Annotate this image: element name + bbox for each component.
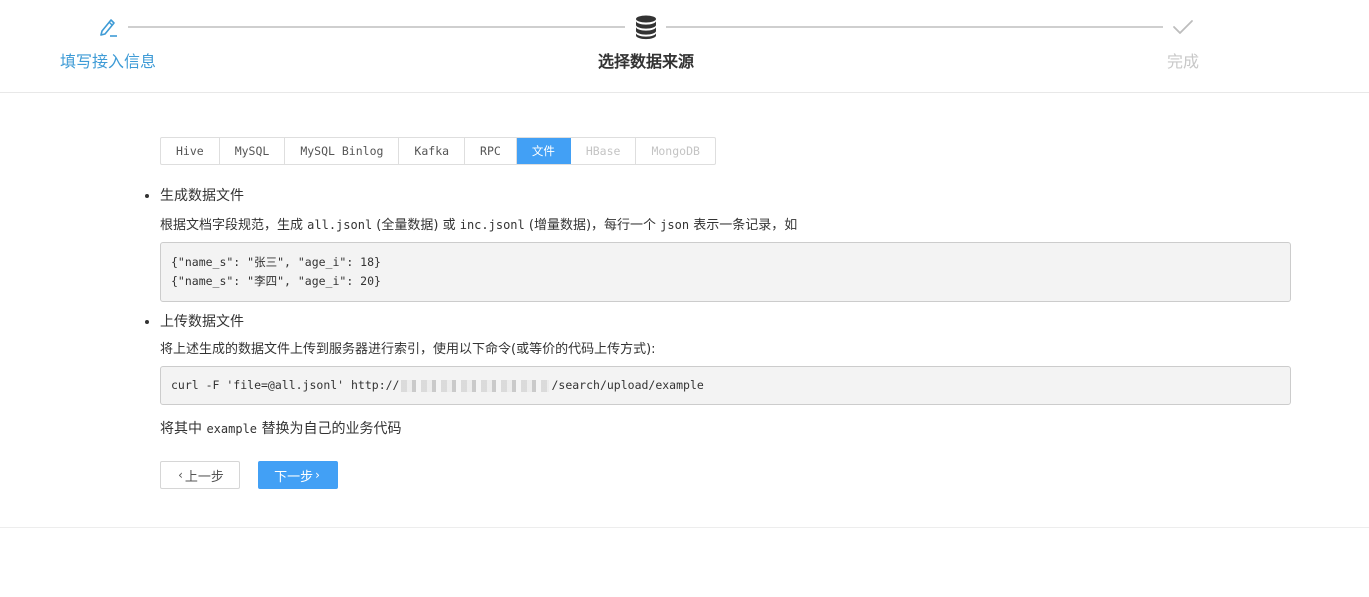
desc-text: (增量数据)，每行一个: [524, 218, 661, 233]
desc-text: (全量数据) 或: [372, 218, 460, 233]
upload-file-section: 上传数据文件 将上述生成的数据文件上传到服务器进行索引，使用以下命令(或等价的代…: [145, 312, 1291, 405]
section-title: 生成数据文件: [145, 186, 1291, 206]
desc-text: 表示一条记录，如: [689, 218, 798, 233]
step-connector-1: [128, 26, 625, 28]
tab-mongodb: MongoDB: [651, 144, 700, 158]
note-code: example: [206, 422, 258, 436]
step-label: 填写接入信息: [59, 52, 156, 71]
chevron-right-icon: ›: [315, 468, 320, 482]
step-fill-info: 填写接入信息: [48, 12, 168, 72]
next-label: 下一步: [274, 469, 314, 485]
step-complete: 完成: [1143, 12, 1223, 72]
json-example-code: {"name_s": "张三", "age_i": 18} {"name_s": …: [160, 242, 1291, 302]
database-icon: [631, 12, 661, 42]
check-icon: [1168, 12, 1198, 42]
tab-mysql[interactable]: MySQL: [220, 138, 286, 164]
step-label: 选择数据来源: [597, 52, 694, 71]
note-text: 将其中: [160, 421, 207, 437]
edit-pencil-icon: [93, 12, 123, 42]
code-line: {"name_s": "李四", "age_i": 20}: [171, 274, 381, 288]
command-prefix: curl -F 'file=@all.jsonl' http://: [171, 378, 400, 392]
tab-kafka[interactable]: Kafka: [399, 138, 466, 164]
footer-divider: [0, 527, 1369, 528]
section-title: 上传数据文件: [145, 312, 1291, 332]
redacted-host: [401, 379, 550, 392]
note-text: 替换为自己的业务代码: [257, 421, 402, 437]
source-type-tabs: Hive MySQL MySQL Binlog Kafka RPC 文件 HBa…: [160, 137, 716, 165]
tab-hive[interactable]: Hive: [161, 138, 220, 164]
tab-file[interactable]: 文件: [516, 138, 571, 164]
tab-rpc[interactable]: RPC: [465, 138, 517, 164]
next-step-button[interactable]: 下一步 ›: [258, 461, 338, 489]
prev-label: 上一步: [184, 469, 224, 485]
step-connector-2: [666, 26, 1163, 28]
tab-hbase: HBase: [571, 138, 637, 164]
file-name-inc: inc.jsonl: [459, 218, 525, 232]
steps-bar: 填写接入信息 选择数据来源 完成: [0, 0, 1369, 93]
chevron-left-icon: ‹: [178, 468, 183, 482]
step-label: 完成: [1166, 52, 1199, 71]
section-description: 根据文档字段规范，生成 all.jsonl (全量数据) 或 inc.jsonl…: [145, 215, 1291, 236]
step-select-source: 选择数据来源: [585, 12, 707, 72]
section-description: 将上述生成的数据文件上传到服务器进行索引，使用以下命令(或等价的代码上传方式):: [160, 342, 656, 357]
tab-mysql-binlog[interactable]: MySQL Binlog: [285, 138, 400, 164]
desc-text: 根据文档字段规范，生成: [160, 218, 308, 233]
code-line: {"name_s": "张三", "age_i": 18}: [171, 255, 381, 269]
json-word: json: [660, 218, 690, 232]
generate-file-section: 生成数据文件 根据文档字段规范，生成 all.jsonl (全量数据) 或 in…: [145, 186, 1291, 302]
replace-note: 将其中 example 替换为自己的业务代码: [160, 418, 401, 438]
file-name-all: all.jsonl: [307, 218, 373, 232]
command-suffix: /search/upload/example: [551, 378, 704, 392]
upload-command-code: curl -F 'file=@all.jsonl' http:// /search…: [160, 366, 1291, 405]
prev-step-button[interactable]: ‹ 上一步: [160, 461, 240, 489]
